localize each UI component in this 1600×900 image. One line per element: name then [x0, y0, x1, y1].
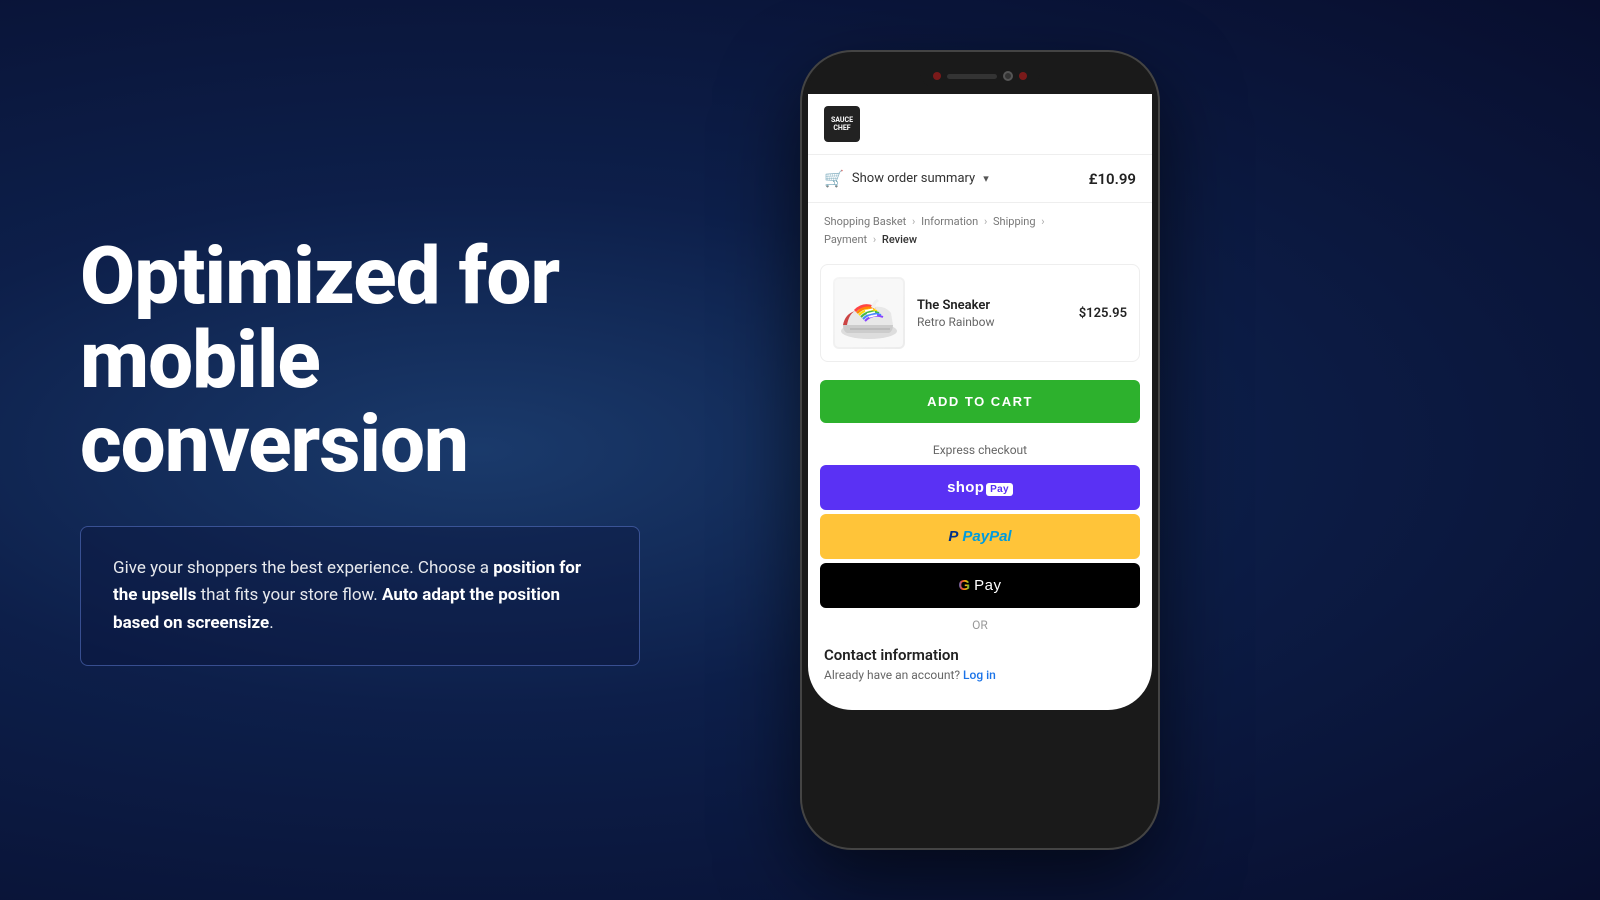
notch-speaker [947, 74, 997, 79]
main-heading: Optimized for mobile conversion [80, 234, 720, 486]
left-panel: Optimized for mobile conversion Give you… [0, 174, 800, 726]
description-box: Give your shoppers the best experience. … [80, 526, 640, 666]
phone-screen: SAUCECHEF 🛒 Show order summary ▾ £10.99 … [808, 94, 1152, 710]
paypal-button[interactable]: P PayPal [820, 514, 1140, 559]
app-logo: SAUCECHEF [824, 106, 860, 142]
breadcrumb-review[interactable]: Review [882, 233, 917, 246]
description-text-2: that fits your store flow. [196, 585, 382, 605]
breadcrumb-payment[interactable]: Payment [824, 233, 867, 246]
product-price: $125.95 [1079, 306, 1127, 321]
order-summary-bar[interactable]: 🛒 Show order summary ▾ £10.99 [808, 155, 1152, 203]
description-text-3: . [269, 613, 273, 633]
breadcrumb-sep-2: › [984, 215, 987, 228]
breadcrumb: Shopping Basket › Information › Shipping… [808, 203, 1152, 256]
shop-pay-button[interactable]: shopPay [820, 465, 1140, 510]
google-g-icon: G [958, 577, 970, 594]
phone-shell: SAUCECHEF 🛒 Show order summary ▾ £10.99 … [800, 50, 1160, 850]
phone-notch [920, 64, 1040, 88]
product-variant: Retro Rainbow [917, 315, 1067, 329]
breadcrumb-sep-1: › [912, 215, 915, 228]
breadcrumb-sep-4: › [873, 233, 876, 246]
paypal-logo-text: PayPal [962, 528, 1011, 545]
order-summary-label[interactable]: Show order summary [852, 171, 975, 186]
product-info: The Sneaker Retro Rainbow [917, 298, 1067, 329]
breadcrumb-sep-3: › [1041, 215, 1044, 228]
description-text-1: Give your shoppers the best experience. … [113, 558, 493, 578]
notch-dot-right [1019, 72, 1027, 80]
add-to-cart-button[interactable]: ADD TO CART [820, 380, 1140, 423]
chevron-down-icon: ▾ [983, 172, 989, 185]
logo-text: SAUCECHEF [831, 116, 853, 133]
pay-badge: Pay [986, 483, 1013, 496]
breadcrumb-shipping[interactable]: Shipping [993, 215, 1036, 228]
or-divider: OR [808, 618, 1152, 632]
phone-mockup-container: SAUCECHEF 🛒 Show order summary ▾ £10.99 … [800, 50, 1180, 850]
breadcrumb-information[interactable]: Information [921, 215, 978, 228]
heading-line1: Optimized for [80, 229, 559, 323]
contact-login-text: Already have an account? Log in [824, 668, 1136, 682]
phone-notch-bar [808, 58, 1152, 94]
notch-dot-left [933, 72, 941, 80]
express-checkout-label: Express checkout [808, 443, 1152, 457]
contact-info-title: Contact information [824, 646, 1136, 664]
shop-pay-text: shopPay [947, 479, 1013, 496]
contact-login-label: Already have an account? [824, 668, 960, 682]
paypal-p-icon: P [948, 528, 958, 545]
contact-login-link[interactable]: Log in [963, 668, 996, 682]
google-pay-button[interactable]: G Pay [820, 563, 1140, 608]
product-image [833, 277, 905, 349]
notch-camera [1003, 71, 1013, 81]
product-name: The Sneaker [917, 298, 1067, 313]
product-card: The Sneaker Retro Rainbow $125.95 [820, 264, 1140, 362]
order-total-price: £10.99 [1089, 170, 1136, 188]
gpay-text: Pay [974, 577, 1001, 594]
heading-line3: conversion [80, 397, 468, 491]
app-header: SAUCECHEF [808, 94, 1152, 155]
breadcrumb-shopping-basket[interactable]: Shopping Basket [824, 215, 906, 228]
order-summary-left[interactable]: 🛒 Show order summary ▾ [824, 169, 989, 188]
product-image-svg [835, 279, 903, 347]
cart-icon: 🛒 [824, 169, 844, 188]
contact-section: Contact information Already have an acco… [808, 638, 1152, 690]
heading-line2: mobile [80, 313, 320, 407]
